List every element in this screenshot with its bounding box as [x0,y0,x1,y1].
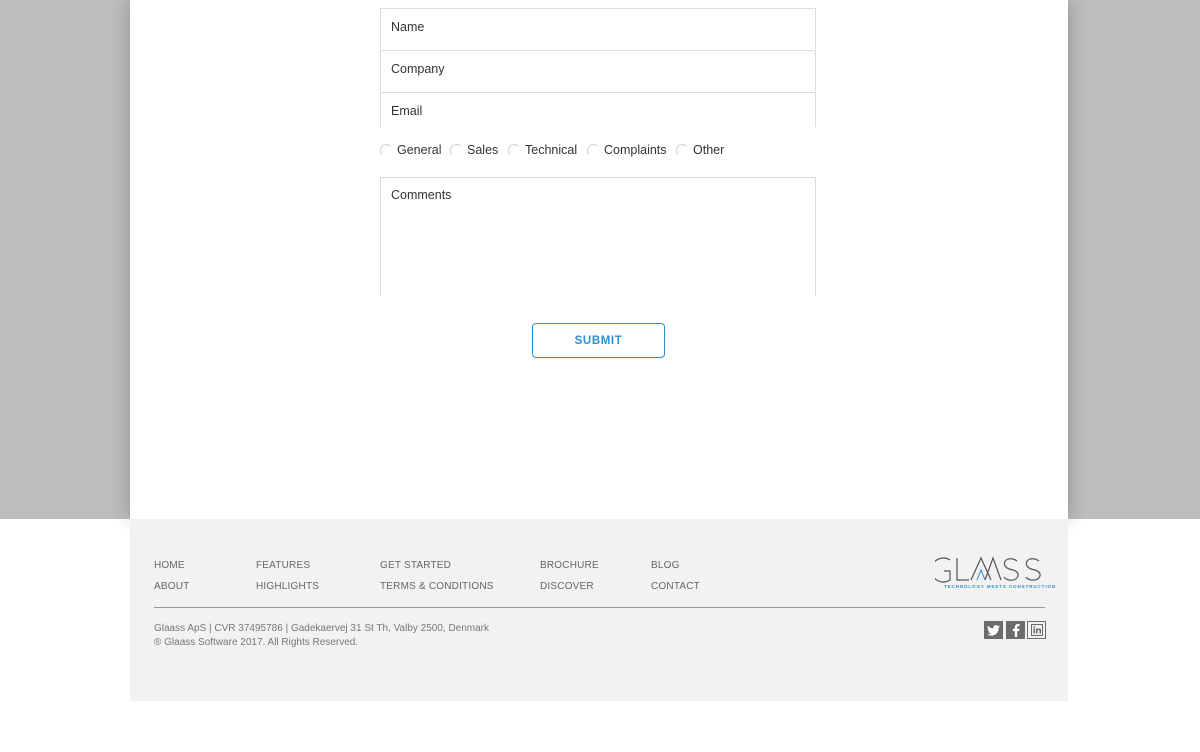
copyright: ® Glaass Software 2017. All Rights Reser… [154,637,359,648]
radio-technical[interactable]: Technical [508,143,577,157]
radio-circle-icon[interactable] [676,143,689,157]
company-info: Glaass ApS | CVR 37495786 | Gadekaervej … [154,623,490,634]
radio-circle-icon[interactable] [450,143,463,157]
radio-label: Other [693,143,725,157]
radio-sales[interactable]: Sales [450,143,498,157]
footer-link-get-started[interactable]: GET STARTED [380,560,451,571]
radio-label: Technical [525,143,578,157]
twitter-icon[interactable] [984,621,1003,639]
footer-link-blog[interactable]: BLOG [651,560,680,571]
footer-link-home[interactable]: HOME [154,560,185,571]
radio-label: Complaints [604,143,667,157]
footer-link-discover[interactable]: DISCOVER [540,581,594,592]
linkedin-icon[interactable] [1027,621,1046,639]
logo-tagline: TECHNOLOGY MEETS CONSTRUCTION [944,584,1057,589]
name-placeholder: Name [391,20,425,34]
radio-general[interactable]: General [380,143,441,157]
company-placeholder: Company [391,62,445,76]
footer-link-contact[interactable]: CONTACT [651,581,700,592]
footer: HOME ABOUT FEATURES HIGHLIGHTS GET START… [130,519,1068,701]
footer-link-highlights[interactable]: HIGHLIGHTS [256,581,319,592]
footer-link-terms[interactable]: TERMS & CONDITIONS [380,581,494,592]
email-field[interactable]: Email [380,92,816,127]
company-field[interactable]: Company [380,50,816,91]
footer-link-features[interactable]: FEATURES [256,560,310,571]
glaass-logo[interactable]: TECHNOLOGY MEETS CONSTRUCTION [930,556,1055,592]
comments-field[interactable]: Comments [380,177,816,296]
email-placeholder: Email [391,104,423,118]
comments-placeholder: Comments [391,188,452,202]
radio-complaints[interactable]: Complaints [587,143,667,157]
submit-button[interactable]: SUBMIT [532,323,665,358]
radio-circle-icon[interactable] [380,143,393,157]
facebook-icon[interactable] [1006,621,1025,639]
radio-circle-icon[interactable] [508,143,521,157]
footer-divider [154,607,1045,608]
radio-other[interactable]: Other [676,143,724,157]
footer-link-about[interactable]: ABOUT [154,581,189,592]
footer-link-brochure[interactable]: BROCHURE [540,560,599,571]
name-field[interactable]: Name [380,8,816,49]
radio-label: Sales [467,143,499,157]
radio-label: General [397,143,442,157]
radio-circle-icon[interactable] [587,143,600,157]
